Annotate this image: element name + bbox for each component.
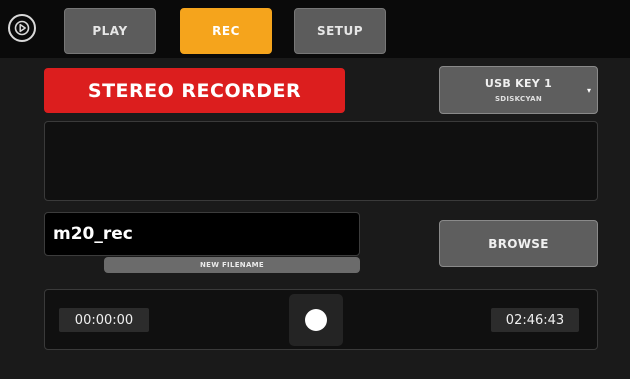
elapsed-time: 00:00:00 xyxy=(59,308,149,332)
record-dot-icon xyxy=(305,309,327,331)
filename-input[interactable] xyxy=(44,212,360,256)
recorder-title: STEREO RECORDER xyxy=(44,68,345,113)
tab-play[interactable]: PLAY xyxy=(64,8,156,54)
tab-rec[interactable]: REC xyxy=(180,8,272,54)
play-triangle-glyph xyxy=(14,20,30,36)
record-button[interactable] xyxy=(289,294,343,346)
usb-device-select[interactable]: USB KEY 1 SDISKCYAN ▾ xyxy=(439,66,598,114)
filename-label: NEW FILENAME xyxy=(104,257,360,273)
dropdown-caret-icon: ▾ xyxy=(586,86,591,95)
remaining-time: 02:46:43 xyxy=(491,308,579,332)
top-bar: PLAY REC SETUP xyxy=(0,0,630,58)
browse-button[interactable]: BROWSE xyxy=(439,220,598,267)
file-info-panel xyxy=(44,121,598,201)
usb-device-name: SDISKCYAN xyxy=(494,95,543,103)
usb-device-label: USB KEY 1 xyxy=(484,77,553,90)
tab-setup[interactable]: SETUP xyxy=(294,8,386,54)
play-circle-icon[interactable] xyxy=(8,14,36,42)
transport-panel: 00:00:00 02:46:43 xyxy=(44,289,598,350)
